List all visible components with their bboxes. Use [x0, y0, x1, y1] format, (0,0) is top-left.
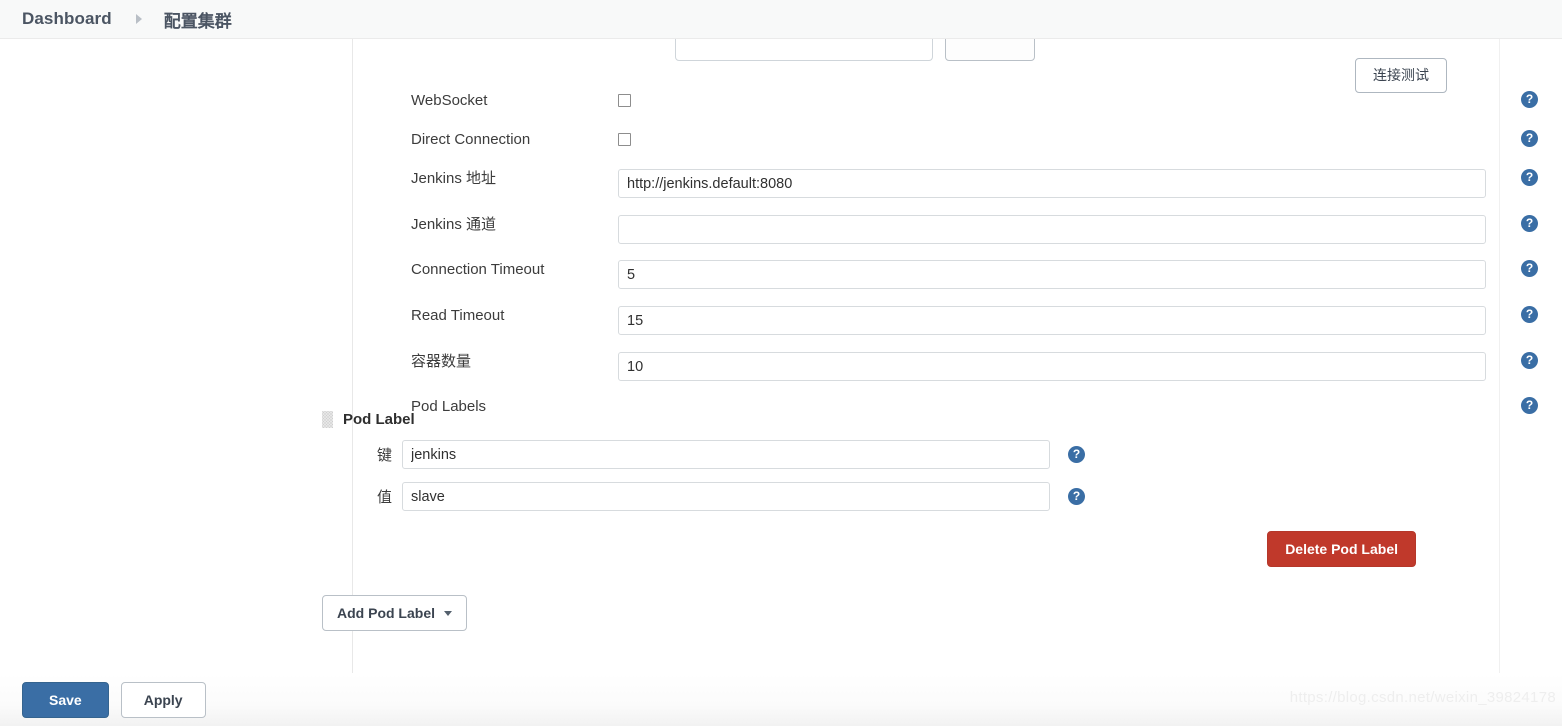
- label-connection-timeout: Connection Timeout: [411, 261, 545, 278]
- help-icon-container-cap[interactable]: ?: [1521, 352, 1538, 369]
- help-icon-websocket[interactable]: ?: [1521, 91, 1538, 108]
- read-timeout-input[interactable]: [618, 306, 1486, 335]
- add-pod-label-row: Add Pod Label: [322, 595, 1500, 631]
- delete-pod-label-button[interactable]: Delete Pod Label: [1267, 531, 1416, 567]
- help-icon-pod-labels[interactable]: ?: [1521, 397, 1538, 414]
- label-container-cap: 容器数量: [411, 353, 472, 370]
- save-button[interactable]: Save: [22, 682, 109, 718]
- add-pod-label-button[interactable]: Add Pod Label: [322, 595, 467, 631]
- field-connection-timeout: ?: [618, 260, 1562, 289]
- field-direct-connection: ?: [618, 130, 1562, 151]
- field-jenkins-url: ?: [618, 169, 1562, 198]
- field-websocket: ?: [618, 91, 1562, 112]
- pod-label-header: Pod Label: [322, 411, 1500, 428]
- jenkins-tunnel-input[interactable]: [618, 215, 1486, 244]
- direct-connection-checkbox[interactable]: [618, 133, 631, 146]
- breadcrumb: Dashboard 配置集群: [0, 0, 1562, 39]
- form-row-container-cap: 容器数量 ?: [353, 352, 1562, 397]
- pod-label-value-row: 值 ?: [322, 482, 1500, 511]
- websocket-checkbox[interactable]: [618, 94, 631, 107]
- connection-timeout-input[interactable]: [618, 260, 1486, 289]
- help-icon-read-timeout[interactable]: ?: [1521, 306, 1538, 323]
- field-container-cap: ?: [618, 352, 1562, 381]
- field-read-timeout: ?: [618, 306, 1562, 335]
- pod-label-key-row: 键 ?: [322, 440, 1500, 469]
- container-cap-input[interactable]: [618, 352, 1486, 381]
- pod-label-value-input[interactable]: [402, 482, 1050, 511]
- form-action-bar: Save Apply: [0, 673, 1562, 726]
- pod-label-value-label: 值: [376, 489, 392, 506]
- pod-label-block: Pod Label 键 ? 值 ? Delete Pod Label Add P…: [322, 411, 1500, 631]
- field-jenkins-tunnel: ?: [618, 215, 1562, 244]
- label-jenkins-tunnel: Jenkins 通道: [411, 216, 497, 233]
- breadcrumb-item-current[interactable]: 配置集群: [164, 7, 232, 32]
- help-icon-pod-label-value[interactable]: ?: [1068, 488, 1085, 505]
- help-icon-jenkins-tunnel[interactable]: ?: [1521, 215, 1538, 232]
- label-jenkins-url: Jenkins 地址: [411, 170, 497, 187]
- form-row-jenkins-url: Jenkins 地址 ?: [353, 169, 1562, 214]
- clipped-button[interactable]: [945, 39, 1035, 61]
- form-row-connection-timeout: Connection Timeout ?: [353, 260, 1562, 305]
- chevron-right-icon: [135, 14, 142, 24]
- apply-button[interactable]: Apply: [120, 682, 206, 718]
- help-icon-pod-label-key[interactable]: ?: [1068, 446, 1085, 463]
- chevron-down-icon: [444, 610, 452, 616]
- pod-label-title: Pod Label: [343, 411, 415, 428]
- help-icon-direct-connection[interactable]: ?: [1521, 130, 1538, 147]
- form-row-read-timeout: Read Timeout ?: [353, 306, 1562, 351]
- clipped-text-input[interactable]: [675, 39, 933, 61]
- delete-pod-label-row: Delete Pod Label: [322, 531, 1500, 567]
- pod-label-key-label: 键: [376, 447, 392, 464]
- label-websocket: WebSocket: [411, 92, 488, 109]
- page-body: 连接测试 WebSocket ? Direct Connection ? Jen…: [0, 39, 1562, 726]
- add-pod-label-text: Add Pod Label: [337, 605, 435, 621]
- test-connection-container: 连接测试: [1355, 58, 1447, 93]
- breadcrumb-item-dashboard[interactable]: Dashboard: [22, 9, 112, 29]
- drag-handle-icon[interactable]: [322, 411, 333, 428]
- form-row-jenkins-tunnel: Jenkins 通道 ?: [353, 215, 1562, 260]
- left-sidebar: [0, 39, 353, 726]
- test-connection-button[interactable]: 连接测试: [1355, 58, 1447, 93]
- label-read-timeout: Read Timeout: [411, 307, 505, 324]
- pod-label-key-input[interactable]: [402, 440, 1050, 469]
- jenkins-url-input[interactable]: [618, 169, 1486, 198]
- label-direct-connection: Direct Connection: [411, 131, 531, 148]
- help-icon-connection-timeout[interactable]: ?: [1521, 260, 1538, 277]
- help-icon-jenkins-url[interactable]: ?: [1521, 169, 1538, 186]
